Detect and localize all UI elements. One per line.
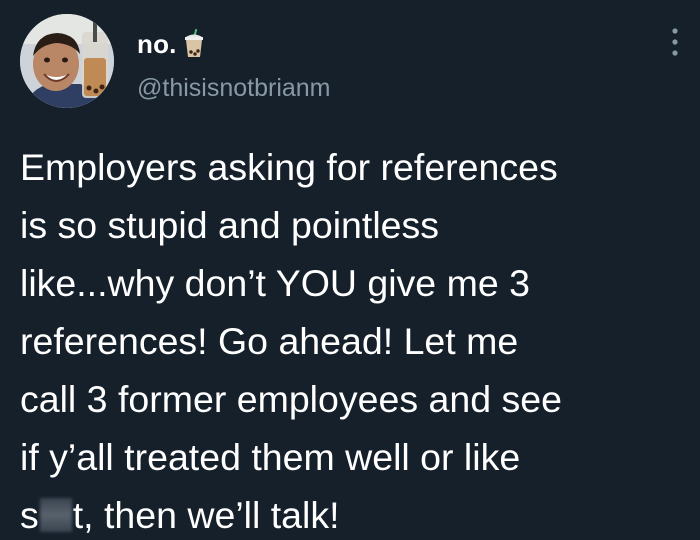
tweet-line: references! Go ahead! Let me bbox=[20, 320, 519, 362]
avatar-photo bbox=[20, 14, 114, 108]
more-options-icon[interactable] bbox=[668, 22, 682, 62]
tweet-card: no. @thisisnotbrianm Employers asking fo… bbox=[0, 0, 700, 540]
avatar[interactable] bbox=[20, 14, 114, 108]
tweet-text: Employers asking for references is so st… bbox=[20, 138, 692, 540]
author-handle[interactable]: @thisisnotbrianm bbox=[137, 74, 331, 103]
tweet-line: is so stupid and pointless bbox=[20, 204, 440, 246]
tweet-last-line-end: t, then we’ll talk! bbox=[72, 494, 340, 536]
tweet-line: if y’all treated them well or like bbox=[20, 436, 521, 478]
tweet-line: Employers asking for references bbox=[20, 146, 558, 188]
tweet-line-last: s t, then we’ll talk! bbox=[20, 486, 692, 540]
bubble-tea-icon bbox=[184, 29, 203, 57]
tweet-last-line-start: s bbox=[20, 494, 39, 536]
author-name-row: no. bbox=[137, 26, 205, 62]
censored-word-blur bbox=[39, 498, 72, 532]
display-name[interactable]: no. bbox=[137, 29, 177, 60]
tweet-line: like...why don’t YOU give me 3 bbox=[20, 262, 530, 304]
tweet-line: call 3 former employees and see bbox=[20, 378, 562, 420]
